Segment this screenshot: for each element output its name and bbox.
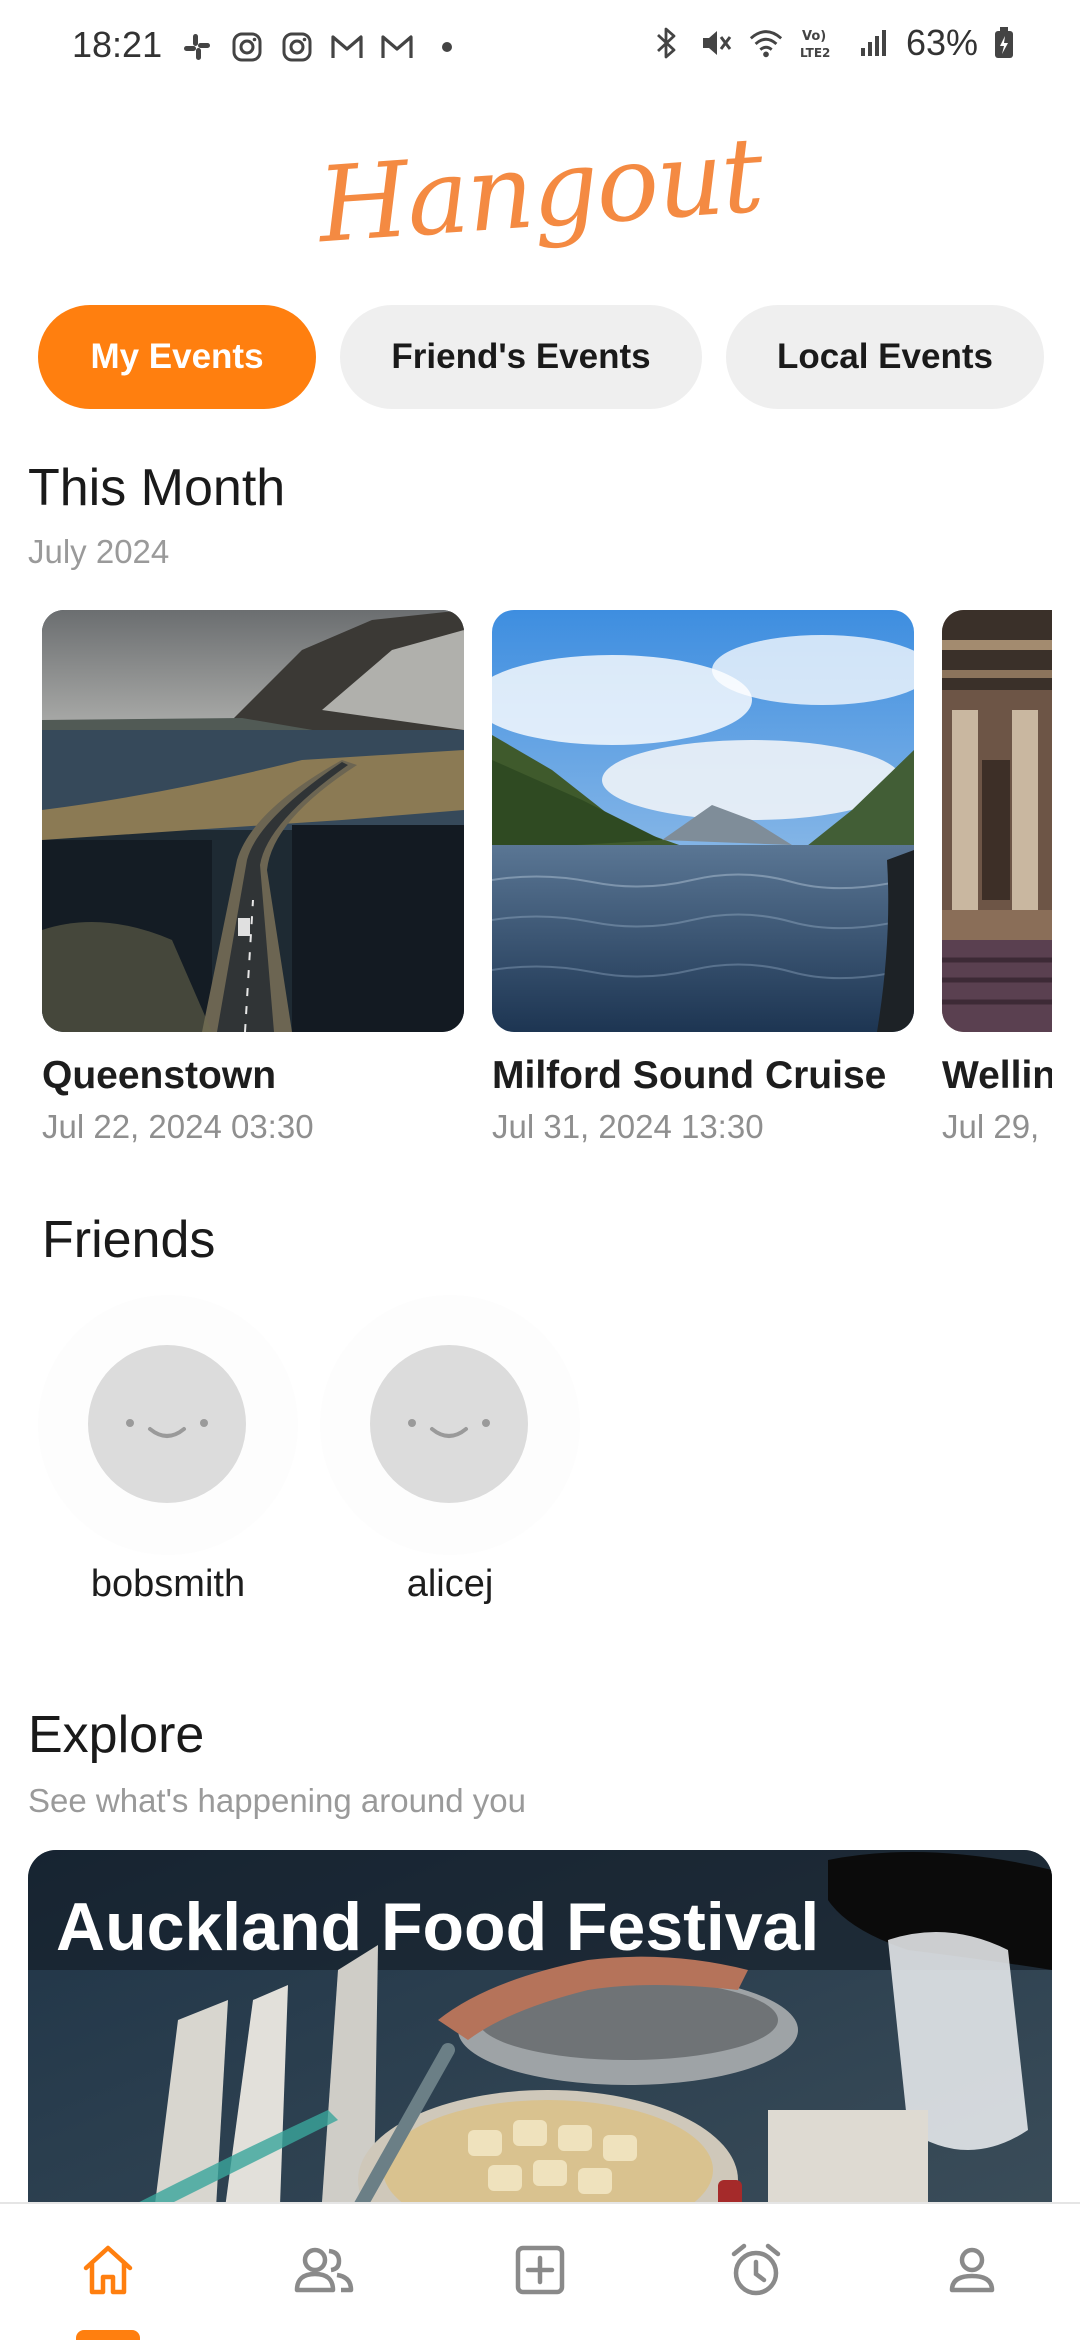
friend-item[interactable]: bobsmith [38,1295,298,1625]
slack-icon [178,28,216,66]
event-date: Jul 29, [942,1108,1040,1145]
profile-icon [942,2240,1002,2305]
gmail-icon [328,28,366,66]
events-carousel[interactable]: Queenstown Jul 22, 2024 03:30 Milford So… [0,610,1052,1160]
bluetooth-icon [648,25,684,61]
dot-icon [428,28,466,66]
bottom-navigation [0,2202,1080,2340]
tab-friends-events[interactable]: Friend's Events [340,305,702,409]
event-date: Jul 22, 2024 03:30 [42,1108,314,1145]
avatar [88,1345,246,1503]
friends-icon [291,2240,357,2305]
gmail-icon [378,28,416,66]
friend-username: alicej [406,1563,494,1605]
event-card[interactable]: Wellin Jul 29, [942,610,1052,1145]
instagram-icon [228,28,266,66]
event-name: Milford Sound Cruise [492,1054,887,1097]
svg-text:LTE2: LTE2 [800,46,830,60]
event-image [492,610,914,1032]
friends-title: Friends [42,1211,216,1269]
friend-item[interactable]: alicej [320,1295,580,1625]
nav-home[interactable] [0,2204,216,2340]
battery-percent: 63% [905,22,978,63]
event-tabs: My Events Friend's Events Local Events [38,305,1044,409]
battery-icon [992,25,1016,61]
event-name: Wellin [942,1054,1052,1097]
alarm-icon [726,2240,786,2305]
nav-active-indicator [76,2330,140,2340]
status-time: 18:21 [72,24,163,65]
volte-icon: Vo) LTE2 [798,25,842,61]
this-month-subtitle: July 2024 [28,533,170,570]
status-bar: 18:21 Vo) LTE2 63% [0,0,1080,96]
event-image [42,610,464,1032]
featured-event-title: Auckland Food Festival [56,1889,820,1965]
instagram-icon [278,28,316,66]
notification-icons [178,28,466,66]
svg-text:Vo): Vo) [802,29,826,44]
home-icon [78,2240,138,2305]
nav-profile[interactable] [864,2204,1080,2340]
tab-my-events[interactable]: My Events [38,305,316,409]
signal-icon [856,25,892,61]
nav-add-event[interactable] [432,2204,648,2340]
event-card[interactable]: Milford Sound Cruise Jul 31, 2024 13:30 [492,610,914,1145]
wifi-icon [748,25,784,61]
system-status: Vo) LTE2 63% [648,22,1016,64]
event-date: Jul 31, 2024 13:30 [492,1108,764,1145]
add-icon [510,2240,570,2305]
friend-username: bobsmith [90,1563,246,1605]
app-logo: Hangout [0,110,1080,270]
this-month-title: This Month [28,459,286,517]
app-logo-text: Hangout [314,113,766,267]
featured-event-banner[interactable]: Auckland Food Festival [28,1850,1052,2260]
mute-icon [698,25,734,61]
tab-local-events[interactable]: Local Events [726,305,1044,409]
event-name: Queenstown [42,1054,277,1097]
event-image [942,610,1052,1032]
explore-title: Explore [28,1706,205,1764]
explore-subtitle: See what's happening around you [28,1782,527,1819]
avatar [370,1345,528,1503]
event-card[interactable]: Queenstown Jul 22, 2024 03:30 [42,610,464,1145]
nav-friends[interactable] [216,2204,432,2340]
nav-reminders[interactable] [648,2204,864,2340]
